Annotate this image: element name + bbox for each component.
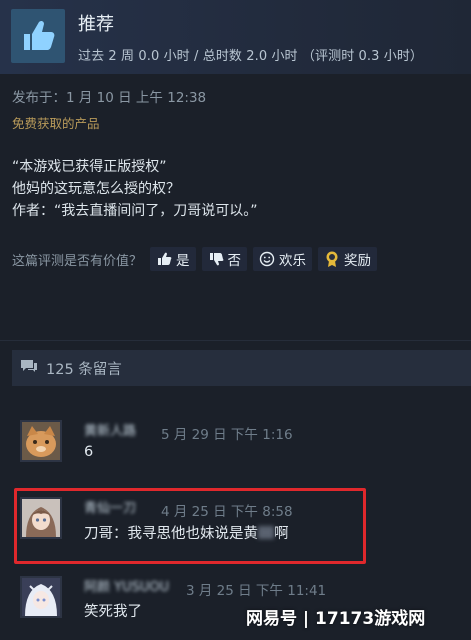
comment-time: 5 月 29 日 下午 1:16 — [161, 427, 293, 443]
helpful-row: 这篇评测是否有价值？ 是 否 欢乐 奖励 — [12, 246, 383, 272]
thumbs-up-icon — [156, 251, 172, 267]
posted-date: 发布于：1 月 10 日 上午 12:38 — [12, 90, 207, 106]
thumbs-down-icon — [208, 251, 224, 267]
comments-count: 125 条留言 — [46, 361, 122, 378]
vote-funny-label: 欢乐 — [279, 253, 307, 269]
comment-time: 3 月 25 日 下午 11:41 — [186, 583, 327, 599]
thumbs-up-icon — [11, 9, 65, 63]
comment-bubble-icon — [20, 358, 38, 378]
comment-text: 笑死我了 — [84, 604, 142, 620]
helpful-question: 这篇评测是否有价值？ — [12, 253, 143, 269]
free-product-label: 免费获取的产品 — [12, 116, 100, 131]
award-label: 奖励 — [344, 253, 372, 269]
smiley-icon — [259, 251, 275, 267]
comment-text: 6 — [84, 444, 94, 460]
playtime-hours: 过去 2 周 0.0 小时 / 总时数 2.0 小时 （评测时 0.3 小时） — [78, 49, 424, 64]
watermark-text: 网易号 | 17173游戏网 — [246, 609, 426, 629]
highlight-annotation-box — [14, 488, 366, 564]
cat-avatar[interactable] — [20, 420, 62, 462]
section-divider — [0, 340, 471, 341]
review-body-line: “本游戏已获得正版授权” — [12, 159, 167, 175]
vote-yes-label: 是 — [176, 253, 190, 269]
comment-author[interactable]: 阿颜 YUSUOU — [84, 576, 169, 595]
vote-no-label: 否 — [227, 253, 242, 269]
vote-no-button[interactable]: 否 — [201, 247, 248, 271]
review-header: 推荐 过去 2 周 0.0 小时 / 总时数 2.0 小时 （评测时 0.3 小… — [0, 0, 471, 74]
vote-funny-button[interactable]: 欢乐 — [253, 247, 313, 271]
review-body-line: 作者：“我去直播间问了，刀哥说可以。” — [12, 203, 258, 219]
award-button[interactable]: 奖励 — [318, 247, 378, 271]
anime-white-hair-avatar[interactable] — [20, 576, 62, 618]
comment-author[interactable]: 黄新人路 — [84, 420, 136, 439]
review-verdict: 推荐 — [78, 14, 114, 35]
award-medal-icon — [324, 250, 340, 268]
comments-header[interactable]: 125 条留言 — [12, 350, 471, 386]
review-body-line: 他妈的这玩意怎么授的权？ — [12, 181, 180, 197]
vote-yes-button[interactable]: 是 — [150, 247, 196, 271]
